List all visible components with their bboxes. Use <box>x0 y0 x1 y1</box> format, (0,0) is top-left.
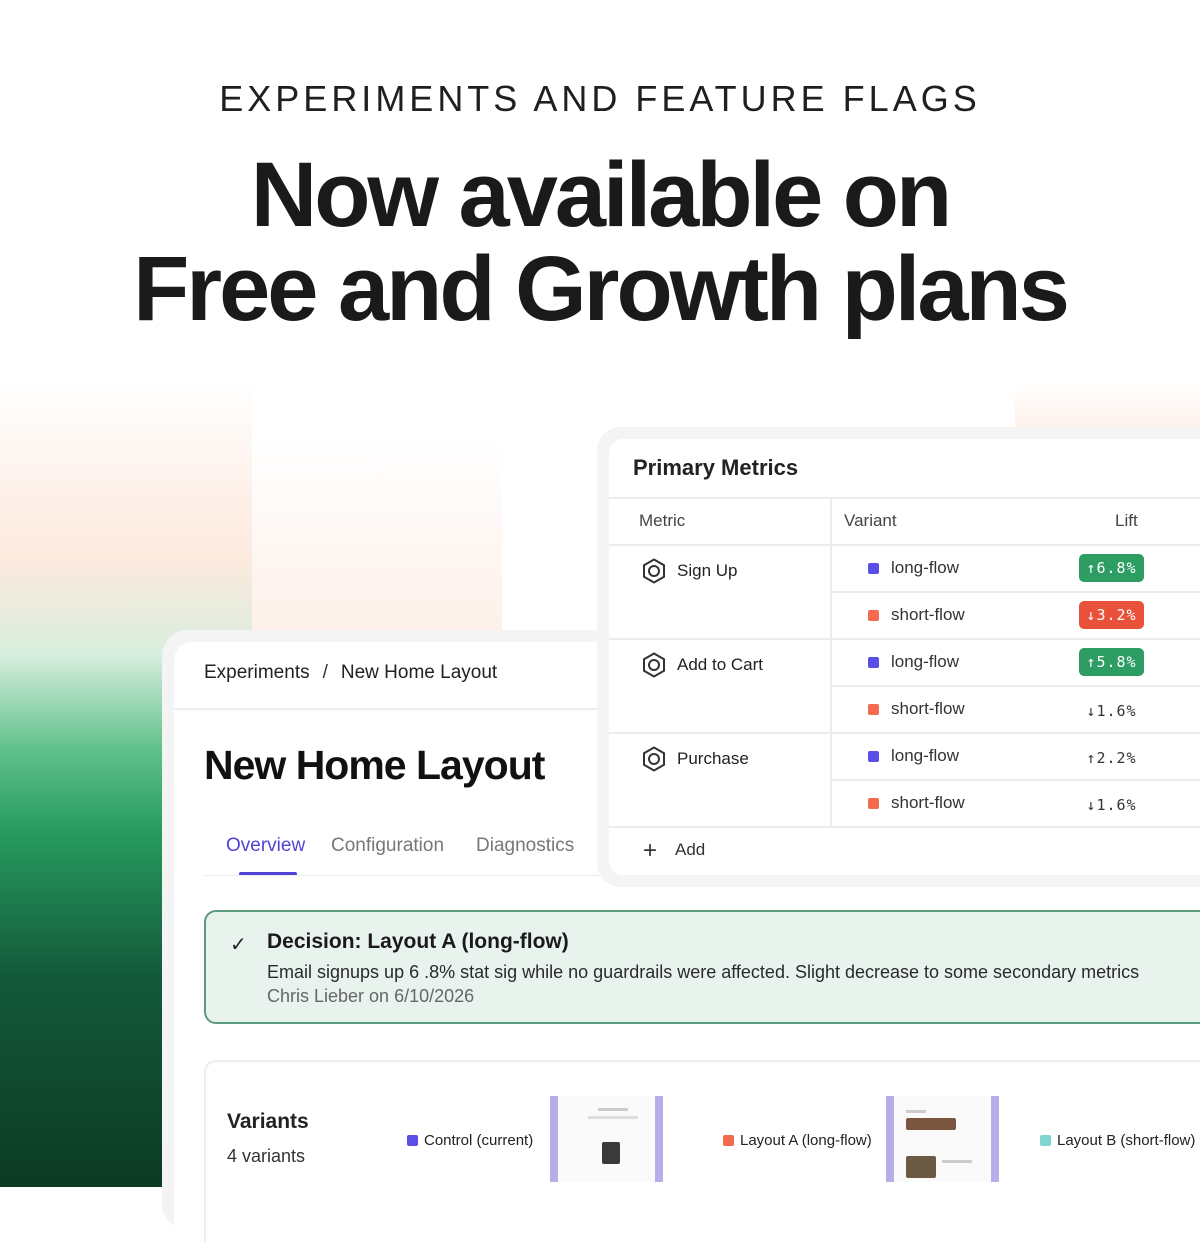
add-metric-label: Add <box>675 840 706 859</box>
decision-body: Email signups up 6 .8% stat sig while no… <box>267 962 1140 982</box>
hero-headline: Now available on Free and Growth plans <box>0 148 1200 336</box>
variant-layout-b[interactable]: Layout B (short-flow) <box>1040 1132 1195 1149</box>
variant-label: short-flow <box>891 605 965 624</box>
divider <box>832 591 1200 593</box>
tab-overview[interactable]: Overview <box>226 835 305 857</box>
divider <box>609 497 1200 499</box>
variant-thumbnail-control[interactable] <box>550 1096 663 1182</box>
variants-title: Variants <box>227 1110 309 1133</box>
hero-headline-line1: Now available on <box>250 144 952 246</box>
metric-hexagon-icon <box>643 652 665 678</box>
check-icon: ✓ <box>230 934 247 956</box>
hero-headline-line2: Free and Growth plans <box>133 238 1070 340</box>
lift-value: ↑2.2% <box>1086 749 1137 767</box>
lift-value: ↓1.6% <box>1086 702 1137 720</box>
variant-layout-a[interactable]: Layout A (long-flow) <box>723 1132 872 1149</box>
variant-label: long-flow <box>891 652 960 671</box>
variants-count: 4 variants <box>227 1146 306 1166</box>
variant-label: Control (current) <box>424 1132 534 1149</box>
variant-color-swatch <box>868 610 879 621</box>
column-header-variant: Variant <box>844 511 897 530</box>
thumbnail-photo <box>906 1156 936 1178</box>
breadcrumb-separator: / <box>322 662 328 683</box>
variant-row: long-flow <box>868 652 959 672</box>
variant-color-swatch <box>407 1135 418 1146</box>
variant-label: short-flow <box>891 793 965 812</box>
metric-name[interactable]: Sign Up <box>677 561 737 581</box>
metric-hexagon-icon <box>643 746 665 772</box>
metric-name[interactable]: Purchase <box>677 749 749 769</box>
breadcrumb-current: New Home Layout <box>340 662 498 683</box>
thumbnail-heading <box>598 1108 628 1111</box>
variant-row: short-flow <box>868 699 965 719</box>
thumbnail-caption <box>942 1160 972 1163</box>
page-title: New Home Layout <box>204 742 545 788</box>
metric-hexagon-icon <box>643 558 665 584</box>
divider <box>832 779 1200 781</box>
variant-label: Layout B (short-flow) <box>1057 1132 1196 1149</box>
primary-metrics-card: Primary Metrics Metric Variant Lift Sign… <box>609 439 1200 875</box>
divider <box>609 544 1200 546</box>
column-divider <box>830 499 832 827</box>
divider <box>609 638 1200 640</box>
variant-color-swatch <box>723 1135 734 1146</box>
breadcrumb-experiments-link[interactable]: Experiments <box>204 662 310 683</box>
variant-row: long-flow <box>868 746 959 766</box>
metric-name[interactable]: Add to Cart <box>677 655 763 675</box>
variants-panel: Variants 4 variants Control (current) La… <box>204 1060 1200 1242</box>
variant-row: short-flow <box>868 793 965 813</box>
variant-color-swatch <box>868 657 879 668</box>
divider <box>832 685 1200 687</box>
variant-control[interactable]: Control (current) <box>407 1132 533 1149</box>
variant-label: long-flow <box>891 558 960 577</box>
decision-banner: ✓ Decision: Layout A (long-flow) Email s… <box>204 910 1200 1024</box>
column-header-lift: Lift <box>1115 511 1138 530</box>
lift-badge: ↑5.8% <box>1079 648 1144 676</box>
variant-row: short-flow <box>868 605 965 625</box>
variant-label: short-flow <box>891 699 965 718</box>
lift-badge: ↑6.8% <box>1079 554 1144 582</box>
thumbnail-image-strip <box>906 1118 956 1130</box>
metrics-title: Primary Metrics <box>633 455 799 480</box>
tab-configuration[interactable]: Configuration <box>331 835 444 857</box>
variant-color-swatch <box>868 563 879 574</box>
divider <box>609 732 1200 734</box>
variant-color-swatch <box>1040 1135 1051 1146</box>
lift-value: ↓1.6% <box>1086 796 1137 814</box>
variant-color-swatch <box>868 751 879 762</box>
variant-label: Layout A (long-flow) <box>740 1132 872 1149</box>
thumbnail-subheading <box>588 1116 638 1119</box>
variant-color-swatch <box>868 704 879 715</box>
column-header-metric: Metric <box>639 511 686 530</box>
variant-color-swatch <box>868 798 879 809</box>
breadcrumb: Experiments / New Home Layout <box>204 662 497 684</box>
tab-diagnostics[interactable]: Diagnostics <box>476 835 574 857</box>
add-metric-button[interactable]: + Add <box>643 837 705 865</box>
divider <box>609 826 1200 828</box>
lift-badge: ↓3.2% <box>1079 601 1144 629</box>
plus-icon: + <box>643 837 658 864</box>
variant-row: long-flow <box>868 558 959 578</box>
variant-thumbnail-layout-a[interactable] <box>886 1096 999 1182</box>
decision-title: Decision: Layout A (long-flow) <box>267 930 569 953</box>
variant-label: long-flow <box>891 746 960 765</box>
decision-byline: Chris Lieber on 6/10/2026 <box>267 986 475 1006</box>
decorative-gradient-mid <box>252 440 502 660</box>
thumbnail-heading <box>906 1110 926 1113</box>
hero-eyebrow: EXPERIMENTS AND FEATURE FLAGS <box>219 78 981 119</box>
thumbnail-product-image <box>602 1142 620 1164</box>
